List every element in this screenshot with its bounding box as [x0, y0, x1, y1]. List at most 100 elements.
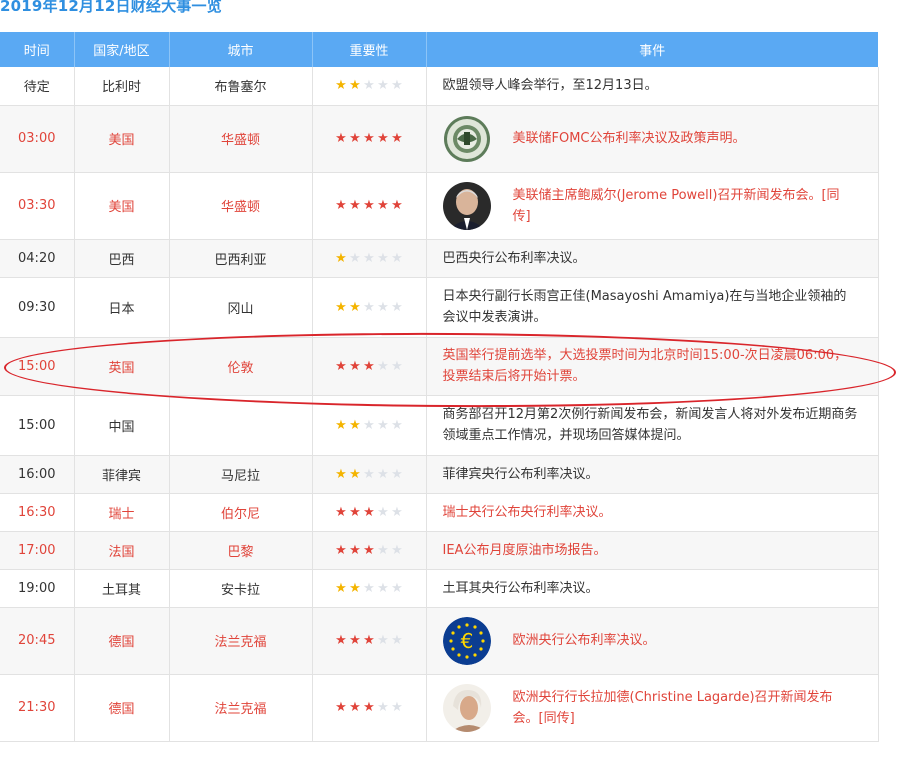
cell-event: € 欧洲央行公布利率决议。	[426, 607, 879, 675]
cell-event: 美联储FOMC公布利率决议及政策声明。	[426, 105, 879, 173]
cell-event: 巴西央行公布利率决议。	[426, 239, 879, 278]
cell-time: 03:00	[0, 105, 75, 173]
cell-city	[169, 395, 313, 456]
table-row: 03:30 美国 华盛顿 ★ ★ ★ ★ ★ 美联储主席鲍威尔(Jerome Powell)召…	[0, 172, 879, 240]
event-text: 瑞士央行公布央行利率决议。	[442, 504, 612, 520]
event-text: 日本央行副行长雨宫正佳(Masayoshi Amamiya)在与当地企业领袖的会…	[442, 289, 847, 325]
cell-country: 土耳其	[74, 569, 170, 608]
cell-event: 美联储主席鲍威尔(Jerome Powell)召开新闻发布会。[同传]	[426, 172, 879, 240]
cell-time: 15:00	[0, 395, 75, 456]
cell-importance: ★ ★ ★ ★ ★	[312, 105, 427, 173]
cell-time: 待定	[0, 67, 75, 106]
star-icon: ★	[391, 131, 403, 146]
cell-importance: ★ ★ ★ ★ ★	[312, 531, 427, 570]
header-time: 时间	[0, 32, 75, 67]
cell-importance: ★ ★ ★ ★ ★	[312, 493, 427, 532]
cell-city: 伯尔尼	[169, 493, 313, 532]
star-icon: ★	[335, 417, 347, 433]
cell-event: 欧盟领导人峰会举行，至12月13日。	[426, 67, 879, 106]
star-icon: ★	[335, 580, 347, 596]
cell-importance: ★ ★ ★ ★ ★	[312, 674, 427, 742]
star-icon: ★	[349, 633, 361, 648]
star-icon: ★	[349, 78, 361, 94]
euro-logo-icon: €	[442, 616, 491, 665]
star-icon: ★	[377, 466, 389, 482]
star-icon: ★	[391, 417, 403, 433]
table-row: 09:30 日本 冈山 ★ ★ ★ ★ ★ 日本央行副行长雨宫正佳(Masayoshi Amam…	[0, 277, 879, 338]
event-text: 英国举行提前选举，大选投票时间为北京时间15:00-次日凌晨06:00，投票结束…	[442, 348, 848, 384]
star-icon: ★	[349, 580, 361, 596]
star-icon: ★	[363, 504, 375, 520]
star-icon: ★	[335, 358, 347, 374]
cell-country: 瑞士	[74, 493, 170, 532]
table-row: 15:00 英国 伦敦 ★ ★ ★ ★ ★ 英国举行提前选举，大选投票时间为北京时间15:00-…	[0, 337, 879, 396]
header-event: 事件	[426, 32, 878, 67]
cell-country: 美国	[74, 172, 170, 240]
cell-time: 20:45	[0, 607, 75, 675]
star-icon: ★	[363, 633, 375, 648]
star-icon: ★	[391, 466, 403, 482]
star-icon: ★	[335, 633, 347, 648]
event-text: IEA公布月度原油市场报告。	[442, 542, 607, 558]
star-icon: ★	[363, 466, 375, 482]
table-header-row: 时间 国家/地区 城市 重要性 事件	[0, 32, 878, 67]
cell-city: 马尼拉	[169, 455, 313, 494]
star-icon: ★	[349, 417, 361, 433]
event-text: 美联储主席鲍威尔(Jerome Powell)召开新闻发布会。[同传]	[512, 187, 840, 224]
star-icon: ★	[349, 466, 361, 482]
importance-rating: ★ ★ ★ ★ ★	[334, 505, 404, 520]
star-icon: ★	[377, 700, 389, 715]
cell-city: 巴西利亚	[169, 239, 313, 278]
star-icon: ★	[363, 700, 375, 715]
cell-time: 04:20	[0, 239, 75, 278]
cell-time: 16:30	[0, 493, 75, 532]
cell-importance: ★ ★ ★ ★ ★	[312, 67, 427, 106]
cell-country: 法国	[74, 531, 170, 570]
cell-event: IEA公布月度原油市场报告。	[426, 531, 879, 570]
event-text: 欧洲央行行长拉加德(Christine Lagarde)召开新闻发布会。[同传]	[512, 689, 833, 726]
cell-time: 17:00	[0, 531, 75, 570]
header-importance: 重要性	[312, 32, 427, 67]
star-icon: ★	[335, 198, 347, 213]
importance-rating: ★ ★ ★ ★ ★	[334, 418, 404, 433]
star-icon: ★	[391, 250, 403, 266]
lagarde-portrait-icon	[442, 683, 491, 732]
star-icon: ★	[349, 198, 361, 213]
page-title: 2019年12月12日财经大事一览	[0, 0, 222, 15]
cell-city: 法兰克福	[169, 674, 313, 742]
star-icon: ★	[391, 700, 403, 715]
cell-importance: ★ ★ ★ ★ ★	[312, 239, 427, 278]
event-text: 商务部召开12月第2次例行新闻发布会，新闻发言人将对外发布近期商务领域重点工作情…	[442, 407, 858, 443]
importance-rating: ★ ★ ★ ★ ★	[334, 198, 404, 213]
star-icon: ★	[391, 299, 403, 315]
cell-city: 布鲁塞尔	[169, 67, 313, 106]
cell-country: 菲律宾	[74, 455, 170, 494]
star-icon: ★	[335, 78, 347, 94]
star-icon: ★	[391, 198, 403, 213]
star-icon: ★	[335, 504, 347, 520]
cell-importance: ★ ★ ★ ★ ★	[312, 569, 427, 608]
star-icon: ★	[363, 78, 375, 94]
cell-event: 菲律宾央行公布利率决议。	[426, 455, 879, 494]
event-text: 美联储FOMC公布利率决议及政策声明。	[512, 131, 746, 146]
importance-rating: ★ ★ ★ ★ ★	[334, 78, 404, 93]
cell-country: 日本	[74, 277, 170, 338]
importance-rating: ★ ★ ★ ★ ★	[334, 700, 404, 715]
table-row: 04:20 巴西 巴西利亚 ★ ★ ★ ★ ★ 巴西央行公布利率决议。	[0, 239, 879, 278]
cell-city: 安卡拉	[169, 569, 313, 608]
star-icon: ★	[363, 131, 375, 146]
star-icon: ★	[391, 542, 403, 558]
table-row: 待定 比利时 布鲁塞尔 ★ ★ ★ ★ ★ 欧盟领导人峰会举行，至12月13日。	[0, 67, 879, 106]
cell-importance: ★ ★ ★ ★ ★	[312, 395, 427, 456]
event-text: 欧盟领导人峰会举行，至12月13日。	[442, 78, 658, 94]
powell-portrait-icon	[442, 181, 491, 230]
star-icon: ★	[363, 417, 375, 433]
cell-event: 英国举行提前选举，大选投票时间为北京时间15:00-次日凌晨06:00，投票结束…	[426, 337, 879, 396]
cell-city: 华盛顿	[169, 172, 313, 240]
cell-time: 16:00	[0, 455, 75, 494]
star-icon: ★	[335, 299, 347, 315]
cell-country: 中国	[74, 395, 170, 456]
star-icon: ★	[377, 358, 389, 374]
cell-event: 商务部召开12月第2次例行新闻发布会，新闻发言人将对外发布近期商务领域重点工作情…	[426, 395, 879, 456]
star-icon: ★	[349, 131, 361, 146]
